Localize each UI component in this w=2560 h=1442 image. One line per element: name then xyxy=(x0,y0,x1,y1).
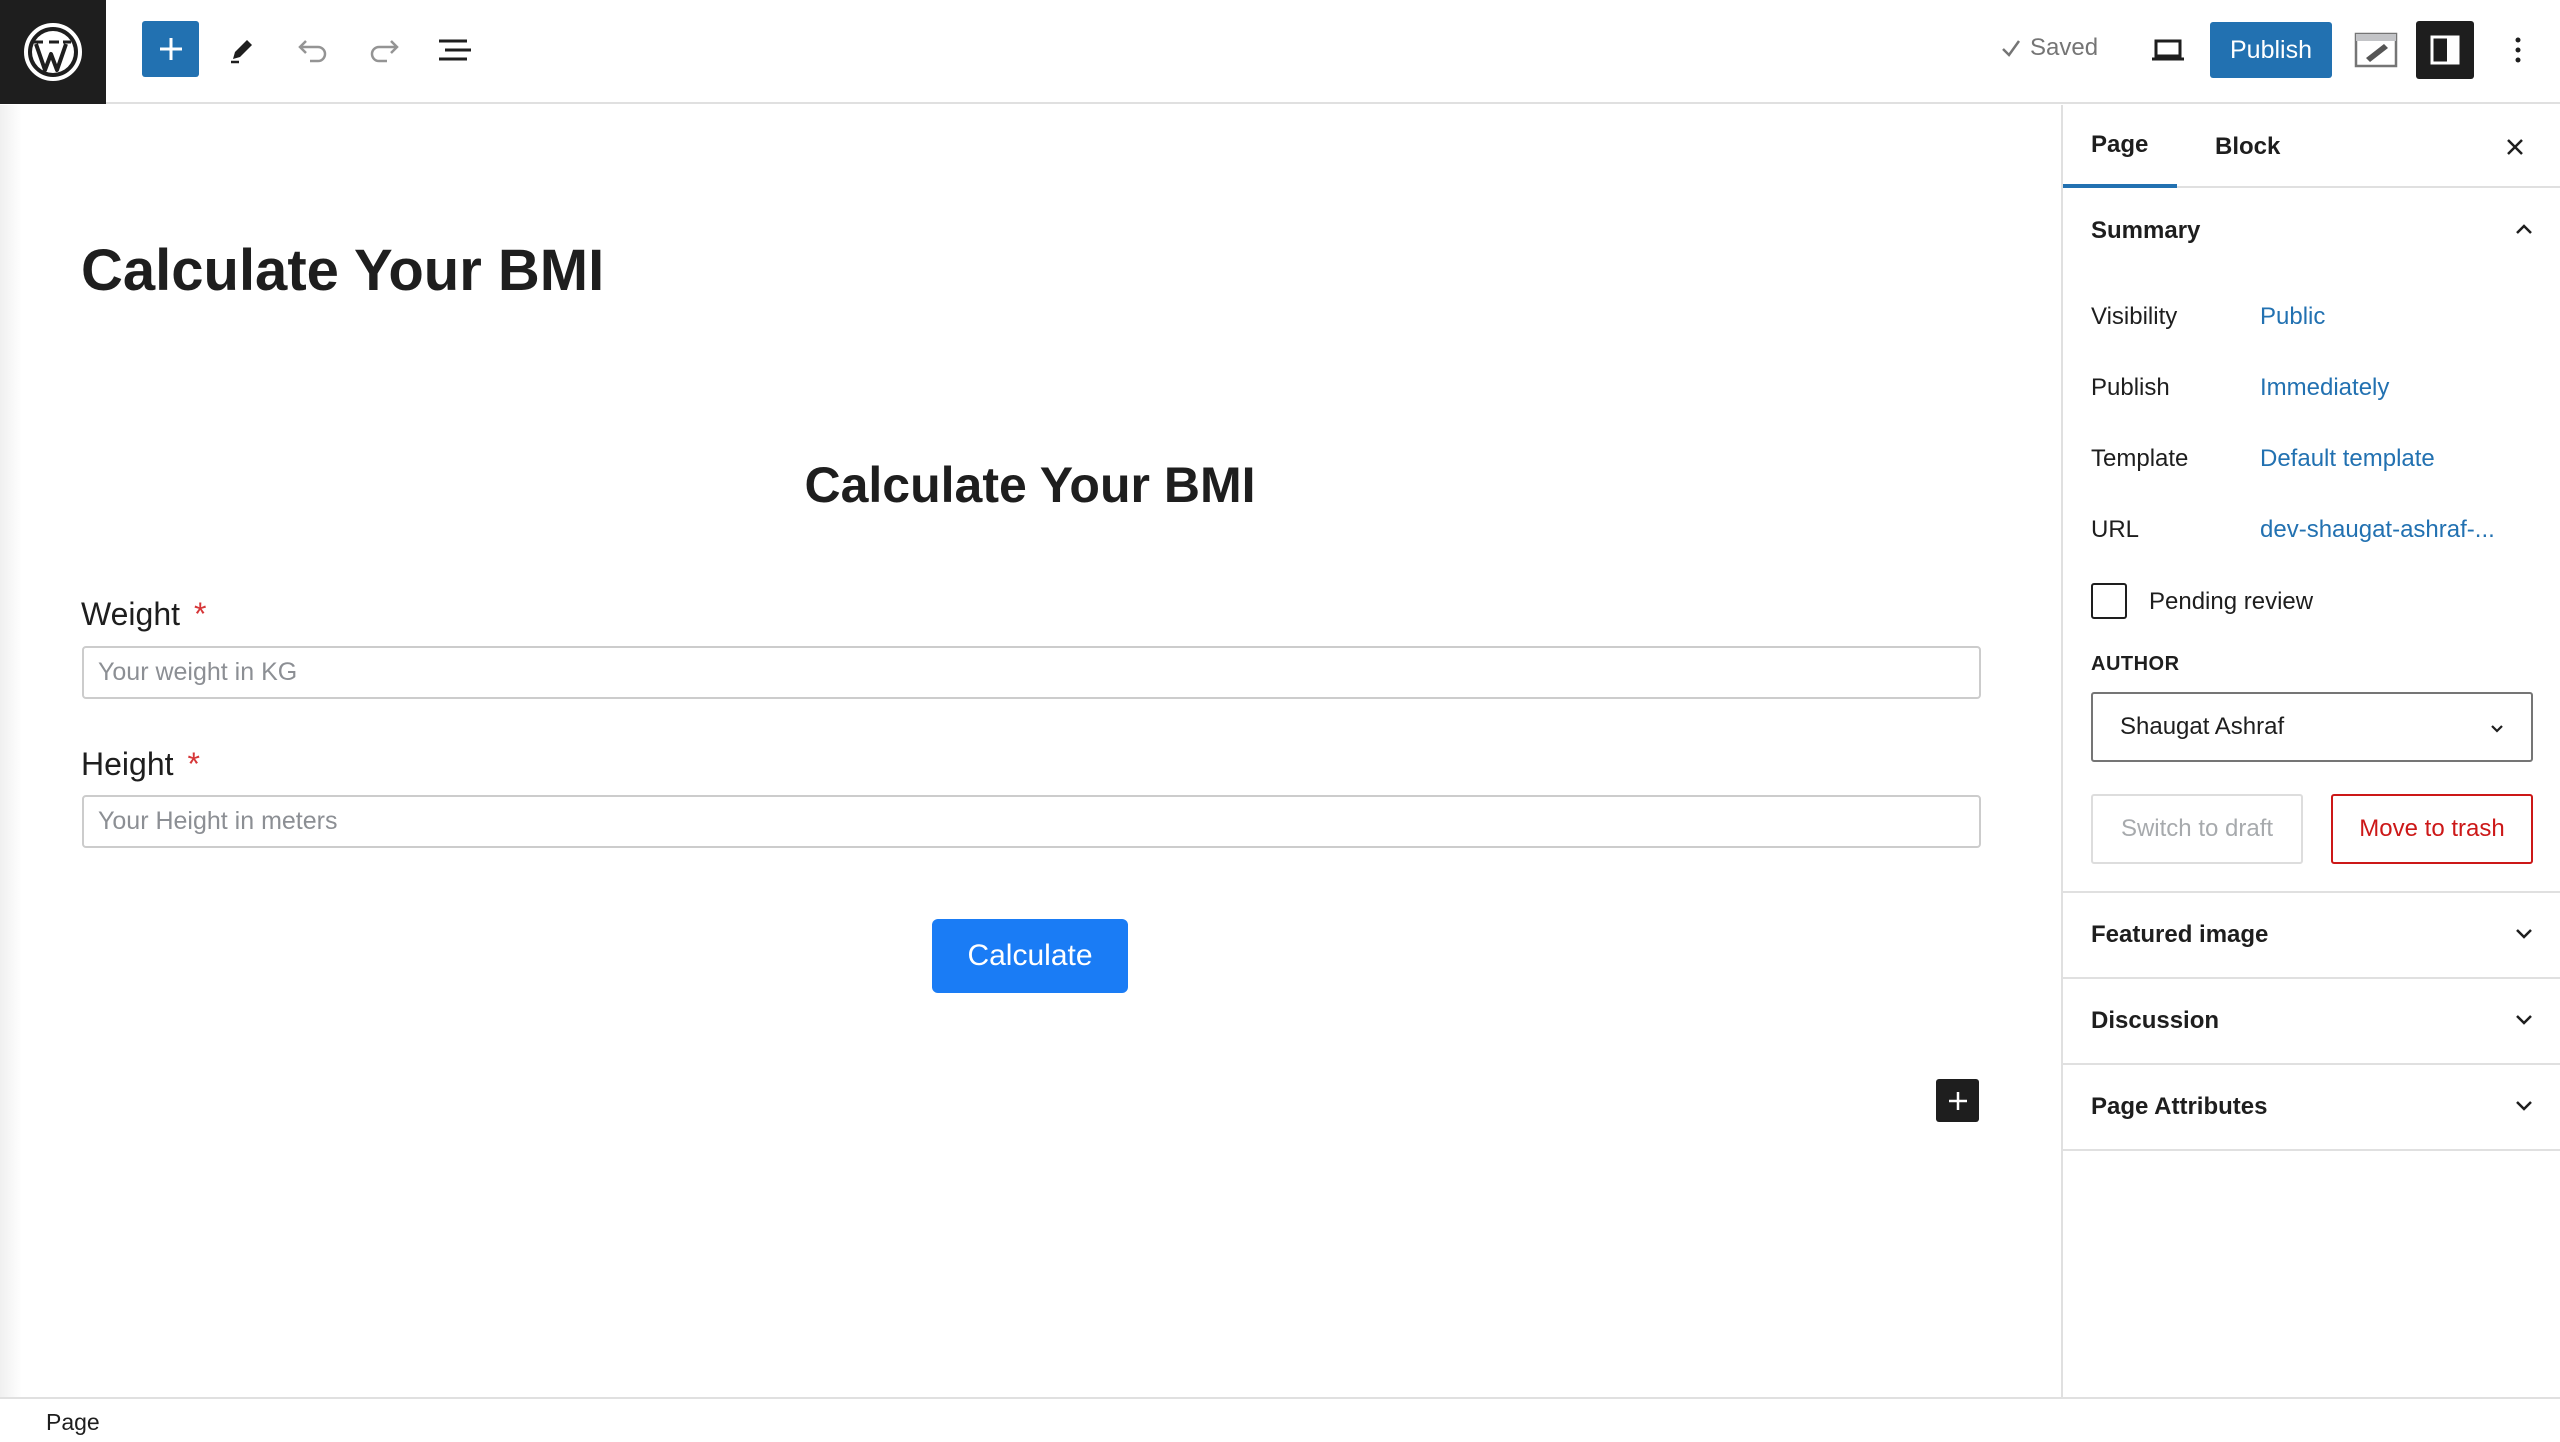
saved-label: Saved xyxy=(2030,34,2099,61)
author-value: Shaugat Ashraf xyxy=(2120,713,2285,740)
options-button[interactable] xyxy=(2490,22,2546,78)
author-label: AUTHOR xyxy=(2091,653,2180,675)
preview-button[interactable] xyxy=(2140,22,2196,78)
top-toolbar: Saved Publish xyxy=(0,0,2560,104)
desktop-preview-icon xyxy=(2152,39,2184,61)
undo-button[interactable] xyxy=(285,22,341,78)
required-marker: * xyxy=(194,596,207,632)
visibility-label: Visibility xyxy=(2091,303,2178,330)
template-value[interactable]: Default template xyxy=(2260,445,2435,473)
page-title[interactable]: Calculate Your BMI xyxy=(81,237,604,304)
required-marker: * xyxy=(187,746,200,782)
discussion-title: Discussion xyxy=(2091,1007,2220,1034)
tab-block[interactable]: Block xyxy=(2203,105,2303,188)
summary-title: Summary xyxy=(2091,217,2201,244)
undo-icon xyxy=(298,40,327,63)
jetpack-button[interactable] xyxy=(2348,22,2404,78)
pending-review-checkbox[interactable] xyxy=(2091,583,2127,619)
page-attributes-panel-toggle[interactable]: Page Attributes xyxy=(2063,1065,2560,1149)
pending-review-label[interactable]: Pending review xyxy=(2149,588,2313,616)
chevron-up-icon xyxy=(2516,224,2532,234)
page-attributes-title: Page Attributes xyxy=(2091,1093,2268,1120)
saved-status: Saved xyxy=(2000,34,2098,62)
form-heading[interactable]: Calculate Your BMI xyxy=(0,456,2060,514)
plus-icon xyxy=(1948,1091,1967,1110)
checkmark-icon xyxy=(2002,40,2021,57)
height-input[interactable]: Your Height in meters xyxy=(82,795,1981,848)
calculate-button[interactable]: Calculate xyxy=(932,919,1128,993)
summary-panel-toggle[interactable]: Summary xyxy=(2063,189,2560,273)
featured-image-panel-toggle[interactable]: Featured image xyxy=(2063,893,2560,977)
chevron-down-icon xyxy=(2516,929,2532,939)
height-label-text: Height xyxy=(81,746,174,782)
weight-label: Weight * xyxy=(81,596,206,633)
weight-label-text: Weight xyxy=(81,596,181,632)
editor-footer: Page xyxy=(0,1397,2560,1442)
switch-to-draft-button[interactable]: Switch to draft xyxy=(2091,794,2303,864)
publish-value[interactable]: Immediately xyxy=(2260,374,2389,402)
sidebar-tabs: Page Block xyxy=(2063,105,2560,188)
canvas-edge xyxy=(0,105,22,1397)
tab-page[interactable]: Page xyxy=(2063,105,2177,188)
weight-placeholder: Your weight in KG xyxy=(98,658,298,686)
wordpress-icon xyxy=(24,23,82,81)
url-value[interactable]: dev-shaugat-ashraf-... xyxy=(2260,516,2495,544)
list-view-icon xyxy=(439,39,471,61)
more-vertical-icon xyxy=(2515,37,2521,63)
featured-image-title: Featured image xyxy=(2091,921,2269,948)
redo-button[interactable] xyxy=(356,22,412,78)
move-to-trash-button[interactable]: Move to trash xyxy=(2331,794,2533,864)
height-label: Height * xyxy=(81,746,200,783)
visibility-value[interactable]: Public xyxy=(2260,303,2325,331)
close-icon xyxy=(2507,139,2523,155)
chevron-down-icon xyxy=(2516,1015,2532,1025)
sidebar-toggle-icon xyxy=(2430,35,2460,65)
author-select[interactable]: Shaugat Ashraf xyxy=(2091,692,2533,762)
breadcrumb[interactable]: Page xyxy=(46,1409,100,1436)
panel-divider xyxy=(2063,1149,2560,1151)
wordpress-logo-button[interactable] xyxy=(0,0,106,104)
settings-sidebar: Page Block Summary Visibility Public Pub… xyxy=(2061,105,2560,1397)
weight-input[interactable]: Your weight in KG xyxy=(82,646,1981,699)
height-placeholder: Your Height in meters xyxy=(98,807,338,835)
discussion-panel-toggle[interactable]: Discussion xyxy=(2063,979,2560,1063)
settings-button[interactable] xyxy=(2416,21,2474,79)
redo-icon xyxy=(370,40,399,63)
template-label: Template xyxy=(2091,445,2189,472)
edit-tools-button[interactable] xyxy=(214,22,270,78)
plus-icon xyxy=(159,38,182,60)
close-sidebar-button[interactable] xyxy=(2493,125,2537,169)
editor-screen-icon xyxy=(2354,32,2398,68)
chevron-down-icon xyxy=(2516,1101,2532,1111)
chevron-down-icon xyxy=(2491,725,2503,733)
url-label: URL xyxy=(2091,516,2140,543)
publish-label: Publish xyxy=(2091,374,2170,401)
publish-button[interactable]: Publish xyxy=(2210,22,2332,78)
document-overview-button[interactable] xyxy=(427,22,483,78)
block-appender-button[interactable] xyxy=(1936,1079,1979,1122)
pencil-icon xyxy=(231,40,252,64)
add-block-button[interactable] xyxy=(142,21,199,77)
